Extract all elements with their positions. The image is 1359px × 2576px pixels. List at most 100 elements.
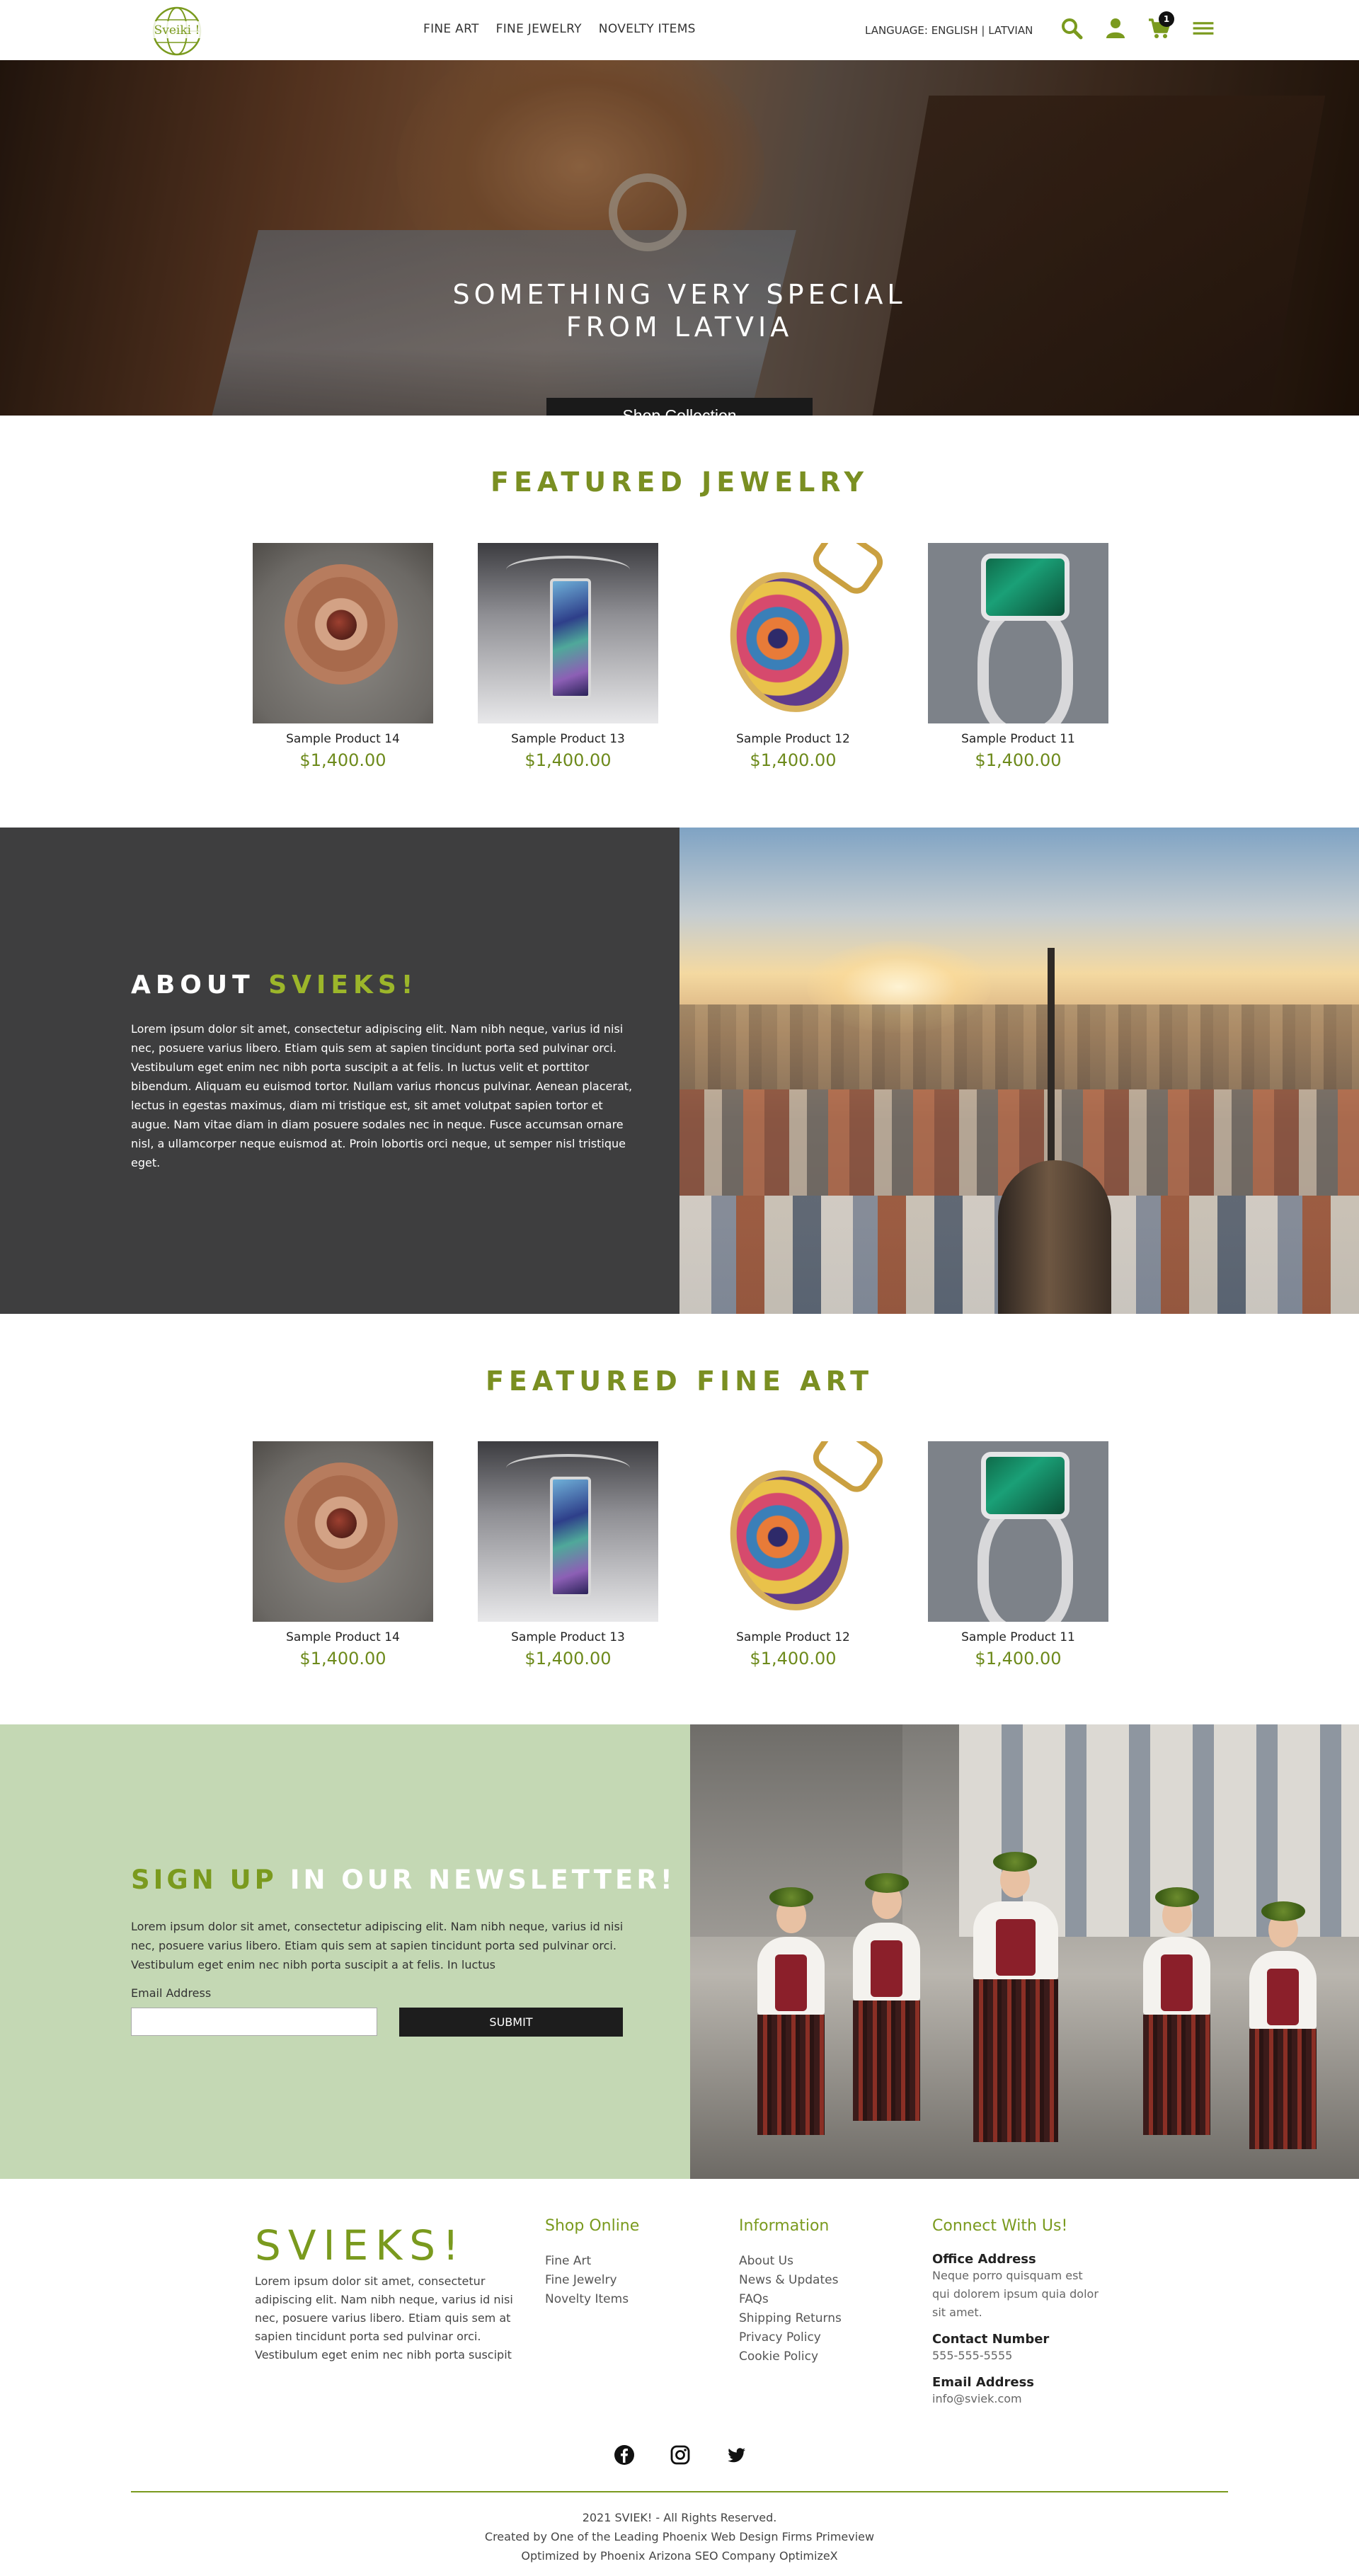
contact-number-label: Contact Number [932,2332,1050,2347]
newsletter-text: Lorem ipsum dolor sit amet, consectetur … [131,1920,624,1971]
about-section: ABOUT SVIEKS! Lorem ipsum dolor sit amet… [0,828,1359,1314]
logo-text: Sveiki ! [154,23,200,38]
product-image[interactable] [928,1441,1108,1622]
footer-connect-title: Connect With Us! [932,2217,1068,2235]
product-card[interactable]: Sample Product 14 $1,400.00 [253,543,433,770]
product-name[interactable]: Sample Product 12 [703,732,883,746]
footer-shop-column: Shop Online Fine Art Fine Jewelry Novelt… [545,2217,639,2309]
credit-line-design[interactable]: Created by One of the Leading Phoenix We… [0,2527,1359,2546]
latvian-dancers-image [690,1724,1359,2179]
social-links [612,2443,748,2467]
newsletter-panel: SIGN UP IN OUR NEWSLETTER! Lorem ipsum d… [0,1724,690,2179]
footer-link-novelty-items[interactable]: Novelty Items [545,2290,639,2309]
footer-brand: SVIEKS! [255,2221,466,2269]
product-price: $1,400.00 [975,750,1062,770]
featured-jewelry-title: FEATURED JEWELRY [490,466,869,498]
user-icon[interactable] [1102,14,1129,42]
featured-fine-art-title: FEATURED FINE ART [485,1366,874,1397]
product-price: $1,400.00 [750,750,837,770]
hero-title: SOMETHING VERY SPECIAL FROM LATVIA [0,278,1359,343]
newsletter-title: SIGN UP IN OUR NEWSLETTER! [131,1865,676,1895]
about-title: ABOUT SVIEKS! [131,971,418,1000]
product-name[interactable]: Sample Product 11 [928,1630,1108,1644]
footer-link-shipping-returns[interactable]: Shipping Returns [739,2309,842,2328]
site-logo[interactable]: Sveiki ! [145,3,209,58]
site-header: Sveiki ! FINE ART FINE JEWELRY NOVELTY I… [0,0,1359,60]
footer-link-about-us[interactable]: About Us [739,2252,842,2271]
newsletter-section: SIGN UP IN OUR NEWSLETTER! Lorem ipsum d… [0,1724,1359,2179]
product-price: $1,400.00 [524,750,612,770]
footer-copyright: 2021 SVIEK! - All Rights Reserved. Creat… [0,2508,1359,2565]
riga-city-image [680,828,1359,1314]
product-image[interactable] [478,543,658,723]
product-price: $1,400.00 [299,750,386,770]
product-name[interactable]: Sample Product 12 [703,1630,883,1644]
product-name[interactable]: Sample Product 14 [253,732,433,746]
email-field[interactable] [131,2008,377,2036]
site-footer: SVIEKS! Lorem ipsum dolor sit amet, cons… [0,2179,1359,2576]
twitter-icon[interactable] [724,2443,748,2467]
product-name[interactable]: Sample Product 11 [928,732,1108,746]
menu-icon[interactable] [1190,14,1217,42]
email-address-value[interactable]: info@sviek.com [932,2390,1102,2408]
main-nav: FINE ART FINE JEWELRY NOVELTY ITEMS [423,22,696,36]
about-text: Lorem ipsum dolor sit amet, consectetur … [131,1022,633,1169]
search-icon[interactable] [1058,14,1085,42]
office-address-label: Office Address [932,2252,1036,2267]
footer-link-fine-art[interactable]: Fine Art [545,2252,639,2271]
footer-info-column: Information About Us News & Updates FAQs… [739,2217,842,2366]
product-card[interactable]: Sample Product 11 $1,400.00 [928,543,1108,770]
footer-link-fine-jewelry[interactable]: Fine Jewelry [545,2271,639,2290]
cart-count-badge: 1 [1159,11,1174,27]
featured-fine-art-section: FEATURED FINE ART Sample Product 14 $1,4… [0,1314,1359,1724]
product-price: $1,400.00 [750,1649,837,1668]
about-panel: ABOUT SVIEKS! Lorem ipsum dolor sit amet… [0,828,680,1314]
credit-line-seo[interactable]: Optimized by Phoenix Arizona SEO Company… [0,2546,1359,2565]
product-price: $1,400.00 [975,1649,1062,1668]
featured-jewelry-products: Sample Product 14 $1,400.00 Sample Produ… [253,543,1108,770]
copyright-line: 2021 SVIEK! - All Rights Reserved. [582,2511,777,2524]
office-address-value: Neque porro quisquam est qui dolorem ips… [932,2269,1099,2319]
footer-link-faqs[interactable]: FAQs [739,2290,842,2309]
product-image[interactable] [703,1441,883,1622]
product-image[interactable] [253,1441,433,1622]
instagram-icon[interactable] [668,2443,692,2467]
product-card[interactable]: Sample Product 12 $1,400.00 [703,1441,883,1668]
product-card[interactable]: Sample Product 14 $1,400.00 [253,1441,433,1668]
footer-about-text: Lorem ipsum dolor sit amet, consectetur … [255,2274,513,2362]
footer-link-news[interactable]: News & Updates [739,2271,842,2290]
product-name[interactable]: Sample Product 14 [253,1630,433,1644]
submit-button[interactable]: SUBMIT [399,2008,623,2037]
product-image[interactable] [703,543,883,723]
footer-shop-title: Shop Online [545,2217,640,2235]
product-price: $1,400.00 [299,1649,386,1668]
email-address-label: Email Address [932,2375,1035,2390]
facebook-icon[interactable] [612,2443,636,2467]
nav-fine-jewelry[interactable]: FINE JEWELRY [496,22,582,36]
product-card[interactable]: Sample Product 11 $1,400.00 [928,1441,1108,1668]
product-name[interactable]: Sample Product 13 [478,1630,658,1644]
footer-info-title: Information [739,2217,830,2235]
footer-divider [131,2491,1228,2492]
footer-link-cookie-policy[interactable]: Cookie Policy [739,2347,842,2366]
product-card[interactable]: Sample Product 13 $1,400.00 [478,543,658,770]
product-image[interactable] [253,543,433,723]
shop-collection-button[interactable]: Shop Collection [546,398,813,416]
product-card[interactable]: Sample Product 13 $1,400.00 [478,1441,658,1668]
product-image[interactable] [478,1441,658,1622]
email-label: Email Address [131,1986,212,2000]
product-price: $1,400.00 [524,1649,612,1668]
hero-title-line1: SOMETHING VERY SPECIAL [452,279,907,310]
footer-link-privacy-policy[interactable]: Privacy Policy [739,2328,842,2347]
language-selector[interactable]: LANGUAGE: ENGLISH | LATVIAN [865,24,1033,37]
contact-number-value[interactable]: 555-555-5555 [932,2347,1102,2365]
hero-banner: SOMETHING VERY SPECIAL FROM LATVIA Shop … [0,60,1359,416]
footer-connect-column: Connect With Us! Office Address Neque po… [932,2217,1102,2418]
product-image[interactable] [928,543,1108,723]
product-name[interactable]: Sample Product 13 [478,732,658,746]
featured-fine-art-products: Sample Product 14 $1,400.00 Sample Produ… [253,1441,1108,1668]
nav-fine-art[interactable]: FINE ART [423,22,479,36]
product-card[interactable]: Sample Product 12 $1,400.00 [703,543,883,770]
cart-icon[interactable]: 1 [1146,11,1174,42]
nav-novelty-items[interactable]: NOVELTY ITEMS [599,22,696,36]
